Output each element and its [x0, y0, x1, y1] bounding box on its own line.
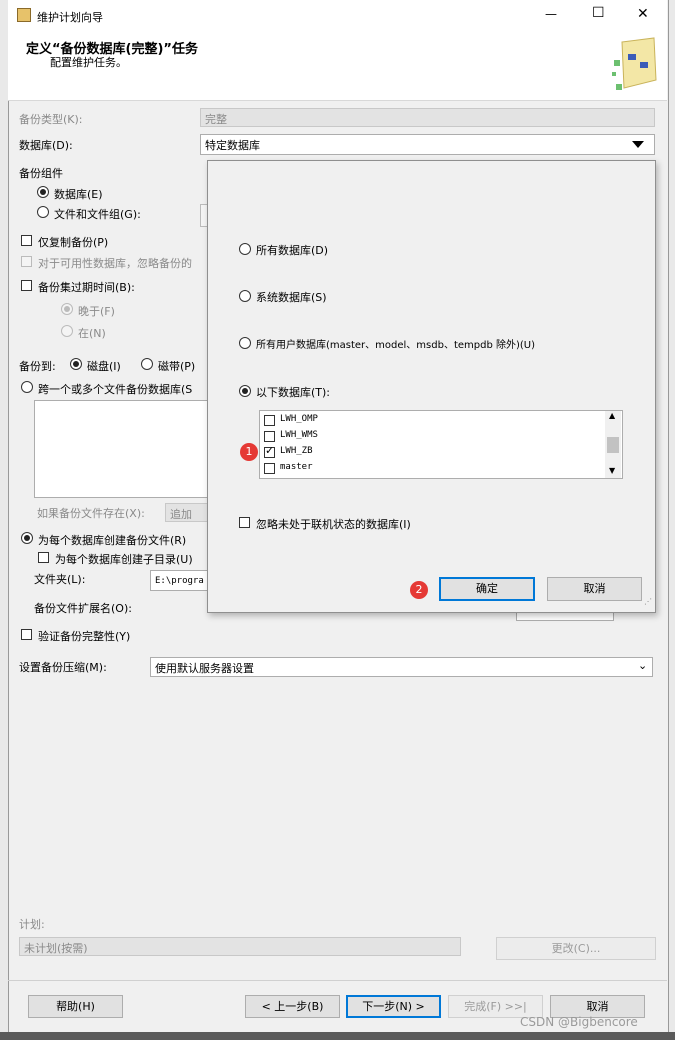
wizard-graphic-icon [612, 37, 657, 90]
help-button[interactable]: 帮助(H) [28, 995, 123, 1018]
dropdown-arrow-icon[interactable] [632, 141, 644, 148]
list-item[interactable]: LWH_OMP [262, 413, 602, 428]
annotation-badge-2: 2 [410, 581, 428, 599]
backup-to-tape-radio[interactable] [141, 358, 153, 370]
opt-system-radio[interactable] [239, 290, 251, 302]
next-button[interactable]: 下一步(N) > [346, 995, 441, 1018]
backup-type-select[interactable]: 完整 [200, 108, 655, 127]
db-checkbox[interactable] [264, 463, 275, 474]
opt-these-radio[interactable] [239, 385, 251, 397]
ignore-offline-checkbox[interactable] [239, 517, 250, 528]
db-checkbox[interactable] [264, 431, 275, 442]
page-header: 定义“备份数据库(完整)”任务 配置维护任务。 [8, 32, 667, 101]
resize-grip-icon[interactable]: ⋰ [644, 597, 652, 606]
close-icon[interactable]: ✕ [637, 6, 649, 22]
database-selection-popup: 所有数据库(D) 系统数据库(S) 所有用户数据库(master、model、m… [207, 160, 656, 613]
verify-label: 验证备份完整性(Y) [38, 630, 131, 643]
db-name: LWH_WMS [280, 430, 318, 440]
expire-after-radio[interactable] [61, 303, 73, 315]
per-db-subdir-checkbox[interactable] [38, 552, 49, 563]
availability-label: 对于可用性数据库，忽略备份的 [38, 257, 192, 270]
opt-these-label: 以下数据库(T): [256, 386, 331, 399]
backup-to-disk-label: 磁盘(I) [87, 360, 121, 373]
database-list[interactable]: LWH_OMP LWH_WMS ✓ LWH_ZB master ▲ ▼ [259, 410, 623, 479]
opt-user-radio[interactable] [239, 337, 251, 349]
minimize-icon[interactable]: — [545, 7, 557, 21]
expire-checkbox[interactable] [21, 280, 32, 291]
db-checkbox[interactable] [264, 415, 275, 426]
backup-to-disk-radio[interactable] [70, 358, 82, 370]
compression-label: 设置备份压缩(M): [19, 661, 107, 674]
if-exists-label: 如果备份文件存在(X): [37, 507, 145, 520]
watermark: CSDN @Bigbencore [520, 1015, 638, 1029]
component-database-radio[interactable] [37, 186, 49, 198]
ignore-offline-label: 忽略未处于联机状态的数据库(I) [256, 518, 411, 531]
component-files-label: 文件和文件组(G): [54, 208, 141, 221]
opt-system-label: 系统数据库(S) [256, 291, 327, 304]
database-select[interactable]: 特定数据库 [200, 134, 655, 155]
db-name: LWH_OMP [280, 414, 318, 424]
copy-only-label: 仅复制备份(P) [38, 236, 109, 249]
background-app-strip [0, 0, 8, 1040]
availability-checkbox[interactable] [21, 256, 32, 267]
compression-select[interactable]: 使用默认服务器设置 [150, 657, 653, 677]
span-files-radio[interactable] [21, 381, 33, 393]
title-bar: 维护计划向导 — ☐ ✕ [8, 0, 667, 32]
opt-all-radio[interactable] [239, 243, 251, 255]
popup-cancel-button[interactable]: 取消 [547, 577, 642, 601]
backup-type-label: 备份类型(K): [19, 113, 83, 126]
scroll-down-icon[interactable]: ▼ [609, 466, 615, 475]
checkmark-icon: ✓ [265, 444, 275, 457]
component-database-label: 数据库(E) [54, 188, 103, 201]
compression-select-value: 使用默认服务器设置 [155, 662, 254, 675]
verify-checkbox[interactable] [21, 629, 32, 640]
scroll-thumb[interactable] [607, 437, 619, 453]
annotation-badge-1: 1 [240, 443, 258, 461]
expire-label: 备份集过期时间(B): [38, 281, 135, 294]
list-scrollbar[interactable]: ▲ ▼ [605, 411, 621, 478]
scroll-up-icon[interactable]: ▲ [609, 411, 615, 420]
database-select-value: 特定数据库 [205, 139, 260, 152]
list-item[interactable]: master [262, 461, 602, 476]
span-files-label: 跨一个或多个文件备份数据库(S [38, 383, 193, 396]
backup-to-tape-label: 磁带(P) [158, 360, 196, 373]
if-exists-select[interactable]: 追加 [165, 503, 208, 522]
db-name: LWH_ZB [280, 446, 313, 456]
taskbar-strip [0, 1032, 675, 1040]
page-subtitle: 配置维护任务。 [50, 56, 127, 69]
backup-files-list[interactable] [34, 400, 210, 498]
compression-chevron-down-icon[interactable]: ⌄ [638, 659, 647, 672]
window-title: 维护计划向导 [37, 11, 103, 24]
back-button[interactable]: < 上一步(B) [245, 995, 340, 1018]
expire-on-label: 在(N) [78, 327, 106, 340]
per-db-file-label: 为每个数据库创建备份文件(R) [38, 534, 187, 547]
folder-input-value: E:\progra [155, 576, 204, 586]
backup-to-label: 备份到: [19, 360, 56, 373]
backup-component-label: 备份组件 [19, 167, 63, 180]
expire-on-radio[interactable] [61, 325, 73, 337]
footer-divider [8, 980, 667, 981]
per-db-subdir-label: 为每个数据库创建子目录(U) [55, 553, 193, 566]
maximize-icon[interactable]: ☐ [592, 5, 605, 21]
change-schedule-button[interactable]: 更改(C)... [496, 937, 656, 960]
list-item[interactable]: ✓ LWH_ZB [262, 444, 602, 460]
opt-all-label: 所有数据库(D) [256, 244, 329, 257]
folder-input[interactable]: E:\progra [150, 570, 208, 591]
database-label: 数据库(D): [19, 139, 73, 152]
app-icon [17, 8, 31, 22]
component-files-radio[interactable] [37, 206, 49, 218]
folder-label: 文件夹(L): [34, 573, 86, 586]
ok-button[interactable]: 确定 [439, 577, 535, 601]
ext-label: 备份文件扩展名(O): [34, 602, 132, 615]
list-item[interactable]: LWH_WMS [262, 429, 602, 444]
opt-user-label: 所有用户数据库(master、model、msdb、tempdb 除外)(U) [256, 340, 536, 351]
copy-only-checkbox[interactable] [21, 235, 32, 246]
schedule-label: 计划: [19, 918, 45, 931]
db-name: master [280, 462, 313, 472]
schedule-field: 未计划(按需) [19, 937, 461, 956]
expire-after-label: 晚于(F) [78, 305, 115, 318]
per-db-file-radio[interactable] [21, 532, 33, 544]
